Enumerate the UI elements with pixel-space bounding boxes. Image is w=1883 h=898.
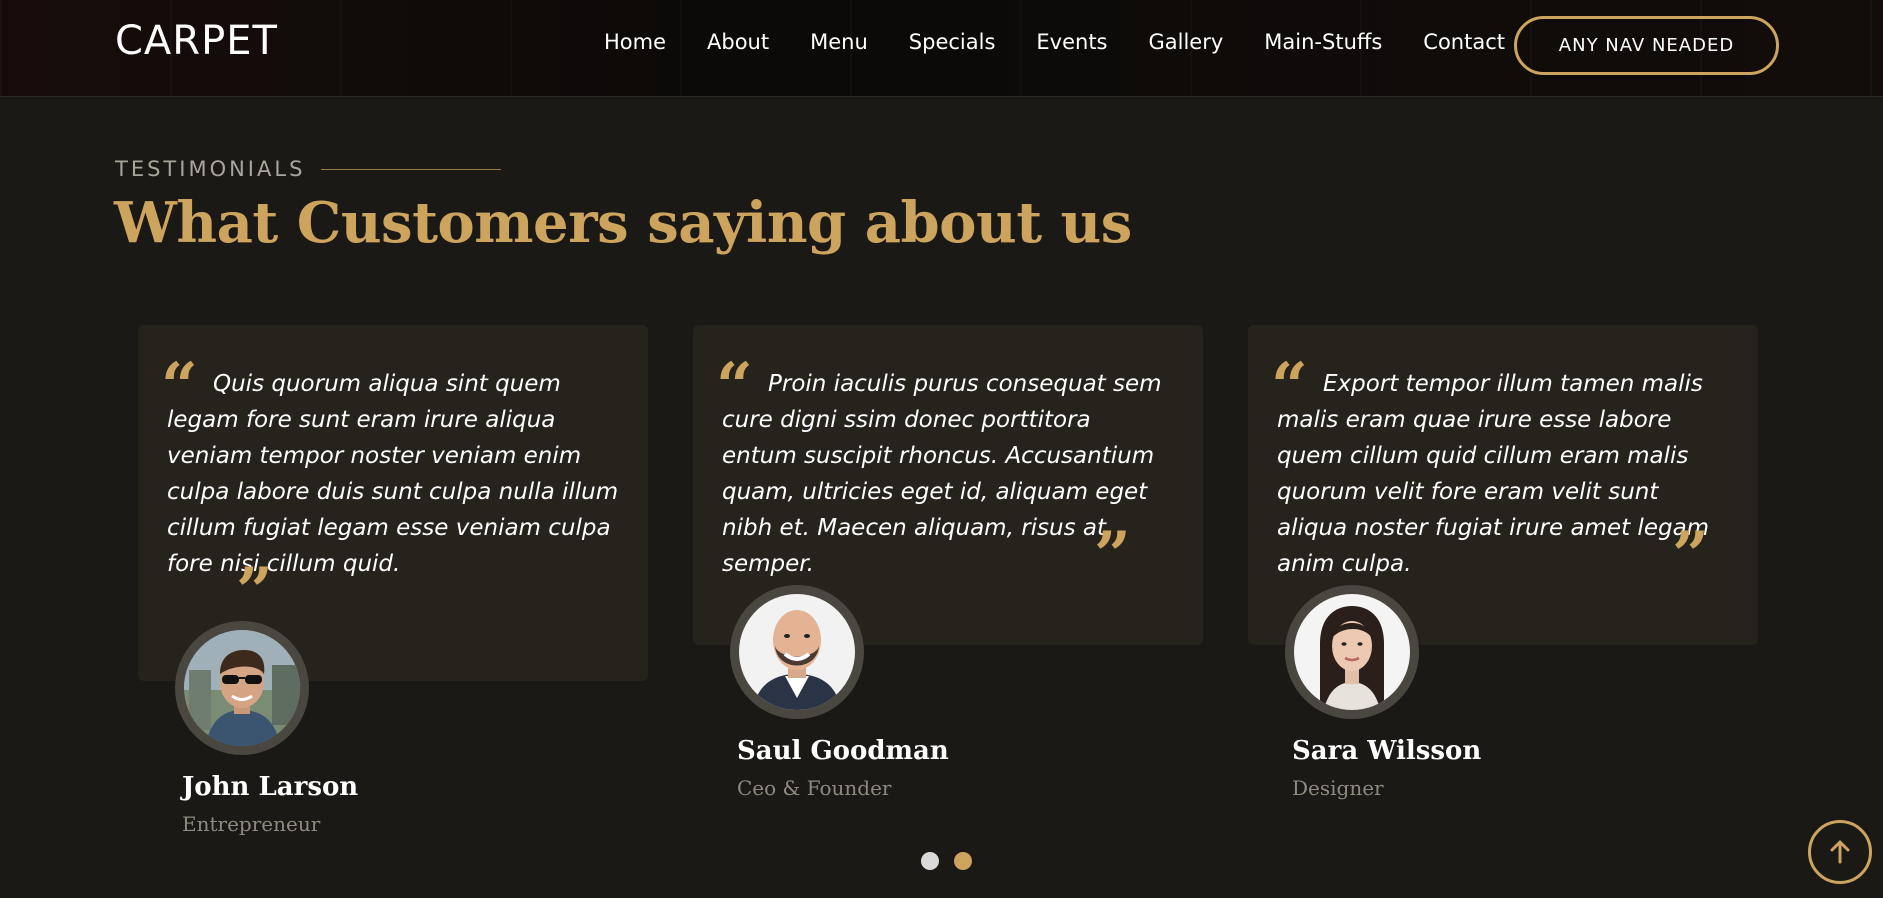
nav-about[interactable]: About [707, 30, 769, 54]
pagination-dot-1[interactable] [921, 852, 939, 870]
nav-home[interactable]: Home [604, 30, 666, 54]
woman-avatar-icon [1294, 594, 1410, 710]
eyebrow-divider [321, 168, 502, 170]
nav-contact[interactable]: Contact [1423, 30, 1505, 54]
back-to-top-button[interactable] [1808, 820, 1872, 884]
section-title: What Customers saying about us [114, 190, 1132, 256]
person-role: Ceo & Founder [737, 776, 892, 800]
site-logo[interactable]: CARPET [115, 18, 278, 64]
testimonial-quote: Export tempor illum tamen malis malis er… [1277, 371, 1710, 577]
eyebrow-label: TESTIMONIALS [115, 157, 306, 181]
avatar [730, 585, 864, 719]
nav-gallery[interactable]: Gallery [1149, 30, 1224, 54]
person-name: John Larson [182, 772, 359, 802]
nav-specials[interactable]: Specials [909, 30, 996, 54]
section-eyebrow: TESTIMONIALS [115, 157, 502, 181]
person-role: Entrepreneur [182, 812, 321, 836]
right-quote-icon: ” [1672, 518, 1709, 593]
cta-button[interactable]: ANY NAV NEADED [1514, 16, 1779, 75]
person-name: Saul Goodman [737, 736, 949, 766]
avatar [1285, 585, 1419, 719]
right-quote-icon: ” [236, 554, 273, 629]
bald-man-avatar-icon [739, 594, 855, 710]
person-name: Sara Wilsson [1292, 736, 1482, 766]
nav-menu[interactable]: Menu [810, 30, 868, 54]
arrow-up-icon [1830, 840, 1850, 864]
nav-main-stuffs[interactable]: Main-Stuffs [1264, 30, 1382, 54]
right-quote-icon: ” [1094, 518, 1131, 593]
man-sunglasses-avatar-icon [184, 630, 300, 746]
nav-events[interactable]: Events [1036, 30, 1107, 54]
person-role: Designer [1292, 776, 1384, 800]
site-header: CARPET Home About Menu Specials Events G… [0, 0, 1883, 97]
main-nav: Home About Menu Specials Events Gallery … [604, 30, 1546, 54]
testimonial-quote: Quis quorum aliqua sint quem legam fore … [167, 371, 619, 577]
pagination-dot-2[interactable] [954, 852, 972, 870]
avatar [175, 621, 309, 755]
